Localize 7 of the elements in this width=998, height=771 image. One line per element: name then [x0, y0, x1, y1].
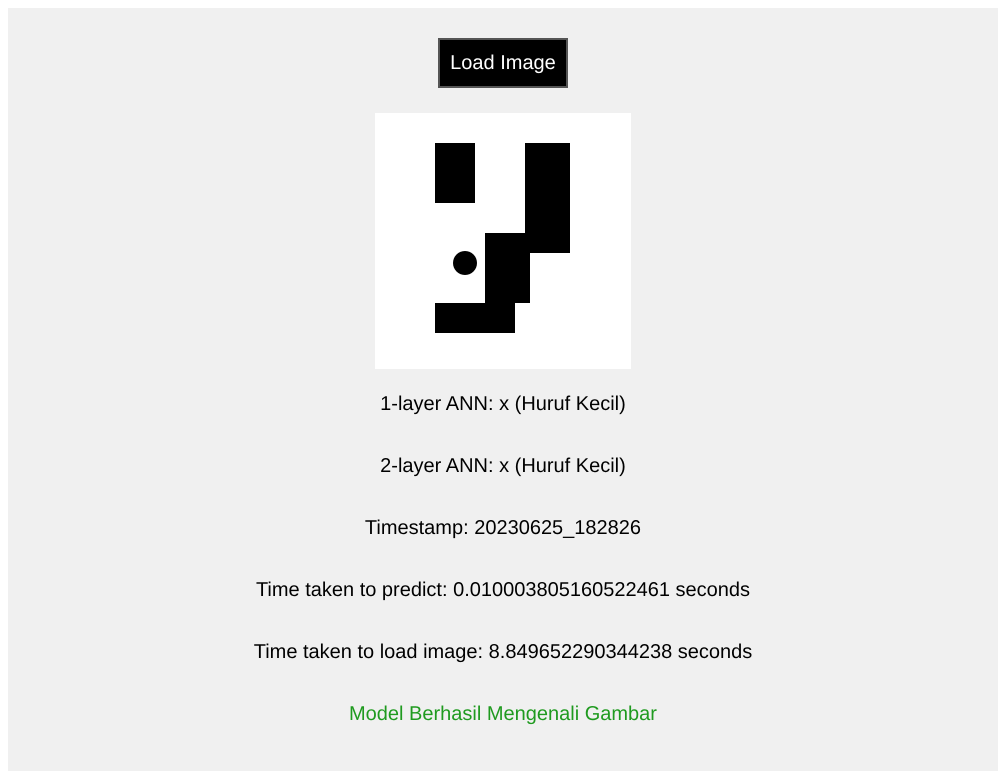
result-text: Timestamp: 20230625_182826	[364, 516, 642, 541]
status-message: Model Berhasil Mengenali Gambar	[349, 702, 657, 727]
result-text: 1-layer ANN: x (Huruf Kecil)	[380, 392, 626, 417]
result-text: 2-layer ANN: x (Huruf Kecil)	[380, 454, 626, 479]
result-text: Time taken to predict: 0.010003805160522461 seconds	[256, 578, 750, 603]
load-image-button[interactable]: Load Image	[438, 38, 568, 88]
result-text: Time taken to load image: 8.849652290344238 seconds	[254, 640, 752, 665]
